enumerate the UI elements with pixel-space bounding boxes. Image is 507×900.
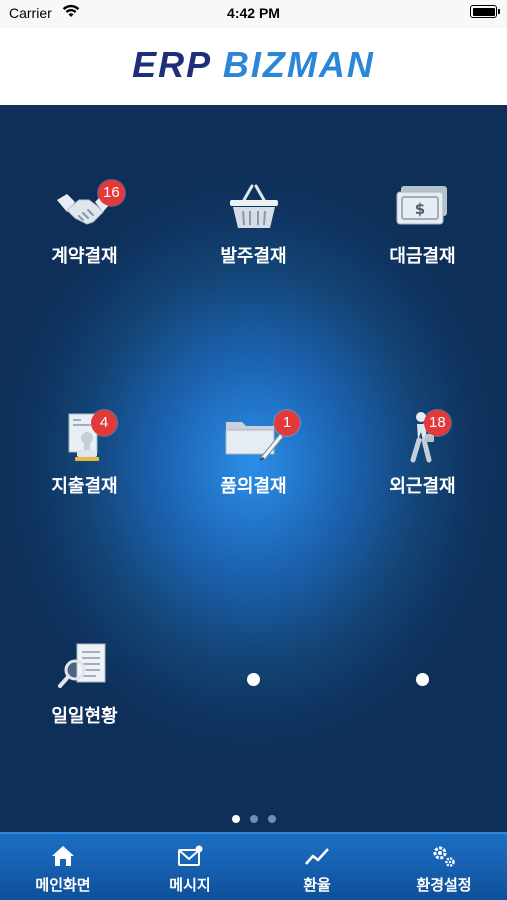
tab-label: 메시지 — [169, 876, 211, 894]
menu-order-approval[interactable]: 발주결재 — [169, 180, 338, 300]
trend-line-icon — [305, 848, 329, 865]
menu-proposal-approval[interactable]: 1 품의결재 — [169, 410, 338, 530]
menu-label: 대금결재 — [389, 246, 456, 267]
menu-label: 외근결재 — [389, 476, 456, 497]
tab-settings[interactable]: 환경설정 — [381, 834, 507, 900]
menu-label: 발주결재 — [220, 246, 287, 267]
tab-exchange-rate[interactable]: 환율 — [254, 834, 380, 900]
page-indicator[interactable] — [0, 808, 507, 823]
tab-label: 환율 — [303, 876, 331, 894]
main-menu: 16 계약결재 발주결재 $ 대금결재 4 지출결재 1 품의결재 18 외근결… — [0, 105, 507, 832]
app-logo: ERP BIZMAN — [0, 44, 507, 86]
battery-icon — [470, 5, 500, 18]
outside-work-badge: 18 — [424, 410, 451, 436]
page-dot[interactable] — [267, 815, 276, 823]
svg-text:$: $ — [414, 200, 424, 218]
menu-expense-approval[interactable]: 4 지출결재 — [0, 410, 169, 530]
tab-messages[interactable]: 메시지 — [127, 834, 253, 900]
mail-icon — [178, 845, 203, 866]
menu-label: 계약결재 — [51, 246, 118, 267]
logo-bizman: BIZMAN — [222, 44, 375, 85]
money-icon: $ — [396, 186, 447, 225]
basket-icon — [229, 184, 278, 228]
menu-outside-work-approval[interactable]: 18 외근결재 — [338, 410, 507, 530]
contract-badge: 16 — [98, 180, 125, 206]
document-search-icon — [57, 643, 105, 688]
menu-payment-approval[interactable]: $ 대금결재 — [338, 180, 507, 300]
logo-erp: ERP — [132, 44, 211, 85]
menu-daily-status[interactable]: 일일현황 — [0, 640, 169, 760]
clock: 4:42 PM — [227, 5, 280, 21]
expense-badge: 4 — [91, 410, 117, 436]
home-icon — [52, 846, 74, 866]
gears-icon — [433, 846, 455, 867]
tab-label: 환경설정 — [416, 876, 472, 894]
page-dot[interactable] — [231, 815, 240, 823]
status-bar: Carrier 4:42 PM — [0, 0, 507, 28]
menu-contract-approval[interactable]: 16 계약결재 — [0, 180, 169, 300]
tab-main[interactable]: 메인화면 — [0, 834, 126, 900]
tab-bar: 메인화면 메시지 환율 환경설정 — [0, 832, 507, 900]
menu-label: 품의결재 — [220, 476, 287, 497]
menu-label: 지출결재 — [51, 476, 118, 497]
tab-label: 메인화면 — [35, 876, 91, 894]
page-dot[interactable] — [249, 815, 258, 823]
menu-label: 일일현황 — [51, 706, 118, 727]
proposal-badge: 1 — [274, 410, 300, 436]
empty-slot-indicator — [416, 673, 429, 686]
app-header: ERP BIZMAN — [0, 28, 507, 105]
empty-slot-indicator — [247, 673, 260, 686]
